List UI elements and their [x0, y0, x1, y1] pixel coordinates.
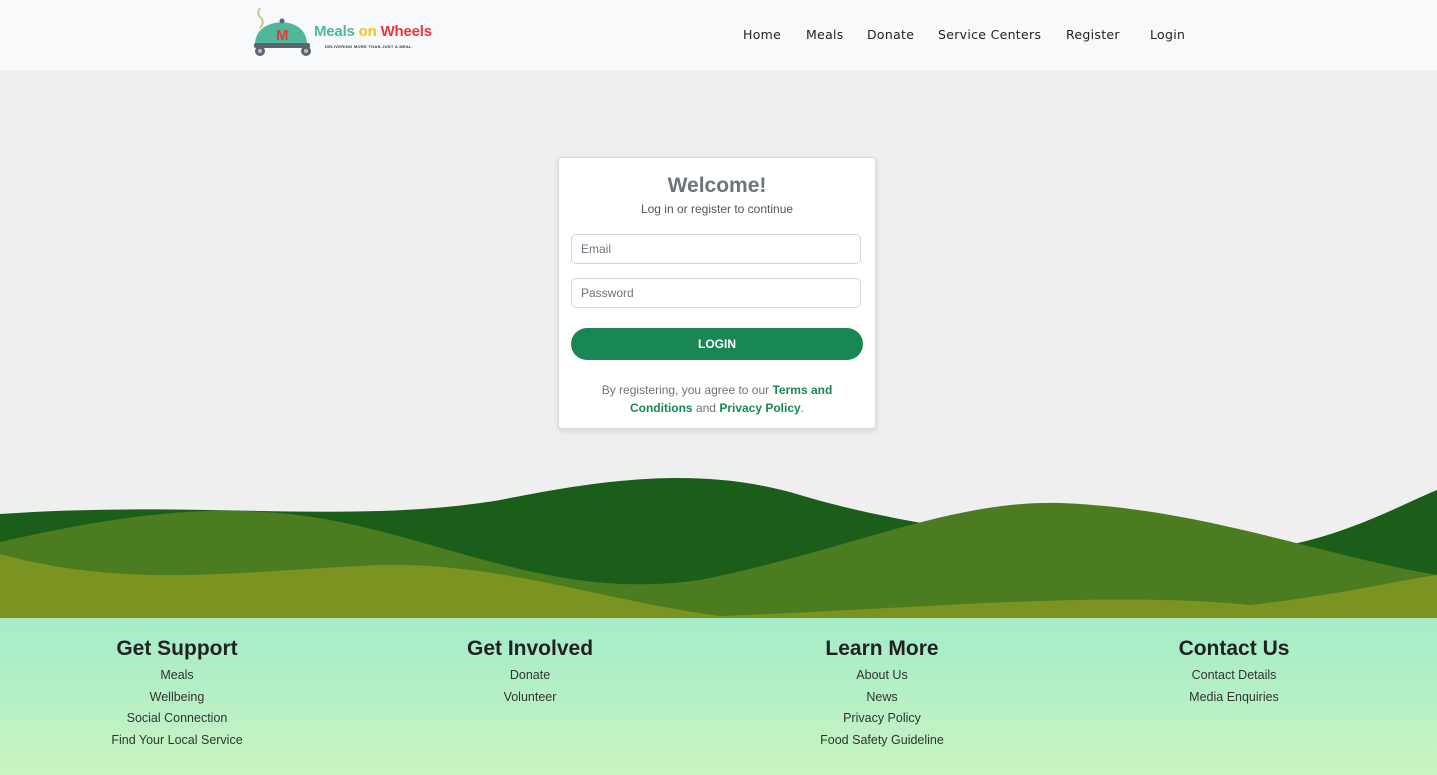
footer-col-contact-us: Contact Us Contact Details Media Enquiri… [1104, 637, 1364, 708]
footer-heading: Learn More [825, 637, 939, 660]
terms-notice: By registering, you agree to our Terms a… [589, 381, 845, 417]
brand-logo[interactable]: M Meals on Wheels DELIVERING MORE THAN J… [252, 6, 432, 60]
footer-heading: Get Involved [466, 637, 594, 660]
brand-tagline: DELIVERING MORE THAN JUST A MEAL [325, 44, 412, 49]
brand-name-part2: on [358, 23, 377, 40]
login-subtitle: Log in or register to continue [640, 202, 794, 216]
terms-and: and [692, 401, 720, 415]
terms-prefix: By registering, you agree to our [601, 383, 773, 397]
nav-meals[interactable]: Meals [806, 27, 844, 42]
svg-text:M: M [276, 27, 289, 44]
password-field[interactable] [571, 278, 861, 308]
footer-col-learn-more: Learn More About Us News Privacy Policy … [752, 637, 1012, 751]
footer-link-privacy-policy[interactable]: Privacy Policy [752, 708, 1012, 730]
nav-donate[interactable]: Donate [867, 27, 914, 42]
nav-login[interactable]: Login [1150, 27, 1185, 42]
footer-link-volunteer[interactable]: Volunteer [400, 687, 660, 709]
privacy-link[interactable]: Privacy Policy [719, 401, 800, 415]
footer-link-find-local-service[interactable]: Find Your Local Service [47, 730, 307, 752]
hills-decoration [0, 478, 1437, 619]
terms-suffix: . [800, 401, 805, 415]
brand-name-part3: Wheels [380, 23, 433, 40]
email-field[interactable] [571, 234, 861, 264]
footer-link-about-us[interactable]: About Us [752, 665, 1012, 687]
brand-name-part1: Meals [314, 23, 355, 40]
food-cart-icon: M [254, 7, 311, 56]
footer-link-news[interactable]: News [752, 687, 1012, 709]
footer-heading: Get Support [116, 637, 238, 660]
footer-col-get-involved: Get Involved Donate Volunteer [400, 637, 660, 708]
site-footer: Get Support Meals Wellbeing Social Conne… [0, 618, 1437, 775]
footer-link-media-enquiries[interactable]: Media Enquiries [1104, 687, 1364, 709]
nav-service-centers[interactable]: Service Centers [938, 27, 1041, 42]
footer-col-get-support: Get Support Meals Wellbeing Social Conne… [47, 637, 307, 751]
footer-link-contact-details[interactable]: Contact Details [1104, 665, 1364, 687]
login-title: Welcome! [667, 174, 767, 197]
footer-link-meals[interactable]: Meals [47, 665, 307, 687]
footer-link-donate[interactable]: Donate [400, 665, 660, 687]
nav-register[interactable]: Register [1066, 27, 1120, 42]
site-header: M Meals on Wheels DELIVERING MORE THAN J… [0, 0, 1437, 70]
brand-name: Meals on Wheels [314, 23, 432, 40]
footer-link-food-safety[interactable]: Food Safety Guideline [752, 730, 1012, 752]
footer-heading: Contact Us [1178, 637, 1290, 660]
footer-link-wellbeing[interactable]: Wellbeing [47, 687, 307, 709]
footer-link-social-connection[interactable]: Social Connection [47, 708, 307, 730]
login-button[interactable]: LOGIN [571, 328, 863, 360]
login-card: Welcome! Log in or register to continue … [558, 157, 876, 429]
nav-home[interactable]: Home [743, 27, 781, 42]
